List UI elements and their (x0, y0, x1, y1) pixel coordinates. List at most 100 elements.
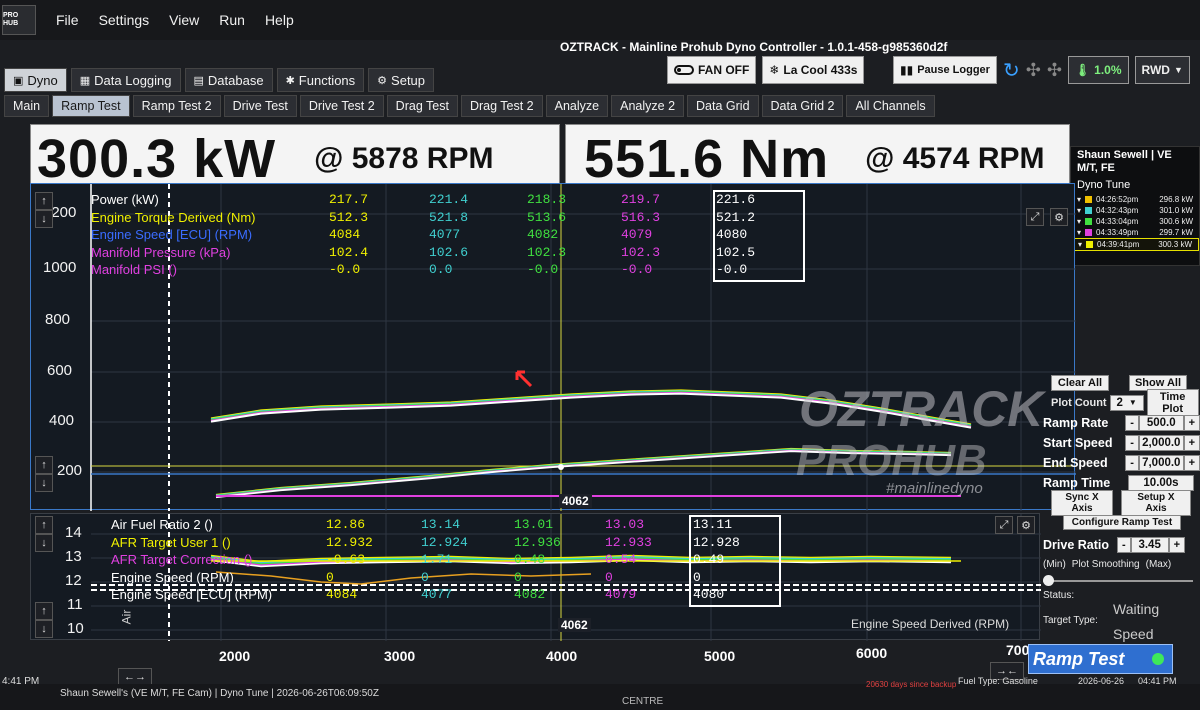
afr-graph[interactable]: 14 13 12 11 10 Air ↑ ↓ ↑ ↓ ⤢ ⚙ Air Fuel … (30, 513, 1041, 641)
x-tick: 5000 (704, 648, 736, 664)
drive-ratio-input[interactable]: 3.45 (1130, 536, 1169, 553)
tab-all-channels[interactable]: All Channels (846, 95, 935, 117)
peak-torque-rpm: @ 4574 RPM (865, 142, 1045, 175)
menu-settings[interactable]: Settings (99, 12, 150, 28)
menu-file[interactable]: File (56, 12, 79, 28)
run-row[interactable]: ▾ 04:26:52pm 296.8 kW (1071, 194, 1199, 205)
minus-button[interactable]: - (1125, 414, 1139, 431)
start-speed-input[interactable]: 2,000.0 (1138, 434, 1184, 451)
ramp-rate-input[interactable]: 500.0 (1138, 414, 1184, 431)
fan1-icon: ✣ (1025, 59, 1041, 80)
gear-icon[interactable]: ⚙ (1050, 208, 1068, 226)
arrow-down-icon[interactable]: ↓ (35, 534, 53, 552)
y-tick: 600 (47, 362, 73, 379)
legend-channel[interactable]: AFR Target Correction () (111, 552, 252, 567)
arrow-up-icon[interactable]: ↑ (35, 516, 53, 534)
gear-icon[interactable]: ⚙ (1017, 516, 1035, 534)
legend-channel[interactable]: Engine Torque Derived (Nm) (91, 210, 256, 225)
tab-data-grid-2[interactable]: Data Grid 2 (761, 95, 844, 117)
y-tick: 12 (65, 572, 82, 589)
time-plot-button[interactable]: Time Plot (1146, 388, 1199, 417)
minus-button[interactable]: - (1125, 454, 1139, 471)
drive-select[interactable]: RWD ▼ (1134, 56, 1190, 84)
sync-x-axis-button[interactable]: Sync X Axis (1051, 489, 1113, 516)
legend-channel[interactable]: Air Fuel Ratio 2 () (111, 517, 213, 532)
plus-button[interactable]: + (1183, 454, 1200, 471)
configure-ramp-test-button[interactable]: Configure Ramp Test (1063, 515, 1181, 530)
tab-drag-test[interactable]: Drag Test (386, 95, 458, 117)
tab-functions[interactable]: ✱ Functions (276, 68, 365, 92)
cursor-rpm-label: 4062 (558, 618, 591, 632)
legend-channel[interactable]: AFR Target User 1 () (111, 535, 231, 550)
tab-data-logging[interactable]: ▦ Data Logging (70, 68, 181, 92)
channel-value: 13.03 (605, 517, 645, 532)
peak-torque-value: 551.6 Nm (584, 129, 830, 189)
legend-channel[interactable]: Power (kW) (91, 192, 159, 207)
menu-view[interactable]: View (169, 12, 199, 28)
pause-logger-button[interactable]: ▮▮ Pause Logger (893, 56, 997, 84)
target-type-value: Speed (1113, 626, 1154, 642)
legend-channel[interactable]: Manifold PSI () (91, 262, 177, 277)
tab-setup[interactable]: ⚙ Setup (368, 68, 435, 92)
arrow-up-icon[interactable]: ↑ (35, 456, 53, 474)
start-speed-label: Start Speed (1043, 435, 1113, 450)
run-list: ▾ 04:26:52pm 296.8 kW ▾ 04:32:43pm 301.0 kW ▾ 0… (1071, 194, 1199, 251)
minus-button[interactable]: - (1125, 434, 1139, 451)
mode-value: Ramp Test (1033, 648, 1125, 669)
arrow-down-icon[interactable]: ↓ (35, 210, 53, 228)
cool-button[interactable]: ❄ La Cool 433s (762, 56, 865, 84)
menu-help[interactable]: Help (265, 12, 294, 28)
tab-database[interactable]: ▤ Database (184, 68, 273, 92)
tab-ramp-test-2[interactable]: Ramp Test 2 (132, 95, 221, 117)
fan-button[interactable]: FAN OFF (667, 56, 757, 84)
arrow-down-icon[interactable]: ↓ (35, 620, 53, 638)
run-row[interactable]: ▾ 04:33:49pm 299.7 kW (1071, 227, 1199, 238)
file-info: Shaun Sewell's (VE M/T, FE Cam) | Dyno T… (60, 688, 379, 699)
clear-all-button[interactable]: Clear All (1051, 374, 1109, 391)
arrow-up-icon[interactable]: ↑ (35, 192, 53, 210)
run-row[interactable]: ▾ 04:32:43pm 301.0 kW (1071, 205, 1199, 216)
slider-thumb[interactable] (1043, 575, 1054, 586)
channel-value: 4077 (421, 587, 453, 602)
channel-value: 102.4 (329, 244, 369, 260)
tab-analyze[interactable]: Analyze (545, 95, 609, 117)
legend-channel[interactable]: Manifold Pressure (kPa) (91, 245, 230, 260)
plus-button[interactable]: + (1183, 434, 1200, 451)
thermometer-icon: 🌡 (1074, 63, 1091, 77)
tab-drive-test-2[interactable]: Drive Test 2 (299, 95, 384, 117)
legend-channel[interactable]: Engine Speed [ECU] (RPM) (91, 227, 252, 242)
minus-button[interactable]: - (1117, 536, 1131, 553)
arrow-up-icon[interactable]: ↑ (35, 602, 53, 620)
tab-drive-test[interactable]: Drive Test (223, 95, 297, 117)
plus-button[interactable]: + (1183, 414, 1200, 431)
drive-ratio-label: Drive Ratio (1043, 537, 1109, 552)
setup-x-axis-button[interactable]: Setup X Axis (1121, 489, 1191, 516)
plot-count-select[interactable]: 2 ▼ (1109, 394, 1144, 411)
plus-button[interactable]: + (1168, 536, 1186, 553)
power-torque-graph[interactable]: 1200 1000 800 600 400 200 ↑ ↓ ↑ ↓ ⤢ ⚙ Po… (30, 183, 1076, 511)
legend-channel[interactable]: Engine Speed (RPM) (111, 570, 234, 585)
run-row[interactable]: ▾ 04:39:41pm 300.3 kW (1071, 238, 1199, 251)
tab-data-grid[interactable]: Data Grid (687, 95, 759, 117)
end-speed-input[interactable]: 7,000.0 (1138, 454, 1184, 471)
expand-icon[interactable]: ⤢ (995, 516, 1013, 534)
run-color-swatch (1086, 241, 1094, 248)
toolbar-right: ▮▮ Pause Logger ↻ ✣ ✣ 🌡 1.0% RWD ▼ (893, 56, 1190, 84)
humidity-value: 1.0% (1094, 63, 1122, 77)
menu-run[interactable]: Run (219, 12, 245, 28)
arrow-down-icon[interactable]: ↓ (35, 474, 53, 492)
expand-icon[interactable]: ⤢ (1026, 208, 1044, 226)
tab-ramp-test[interactable]: Ramp Test (52, 95, 130, 117)
refresh-icon[interactable]: ↻ (1003, 58, 1020, 83)
legend-channel[interactable]: Engine Speed [ECU] (RPM) (111, 587, 272, 602)
tab-main[interactable]: Main (4, 95, 50, 117)
tab-drag-test-2[interactable]: Drag Test 2 (460, 95, 543, 117)
run-row[interactable]: ▾ 04:33:04pm 300.6 kW (1071, 216, 1199, 227)
tab-dyno[interactable]: ▣ Dyno (4, 68, 67, 92)
prohub-watermark: PROHUB (796, 436, 987, 485)
smoothing-slider[interactable] (1043, 574, 1200, 588)
pause-label: Pause Logger (917, 64, 990, 76)
sub-tabs: Main Ramp Test Ramp Test 2 Drive Test Dr… (4, 95, 935, 117)
tab-analyze-2[interactable]: Analyze 2 (611, 95, 685, 117)
cursor-point (558, 464, 564, 470)
